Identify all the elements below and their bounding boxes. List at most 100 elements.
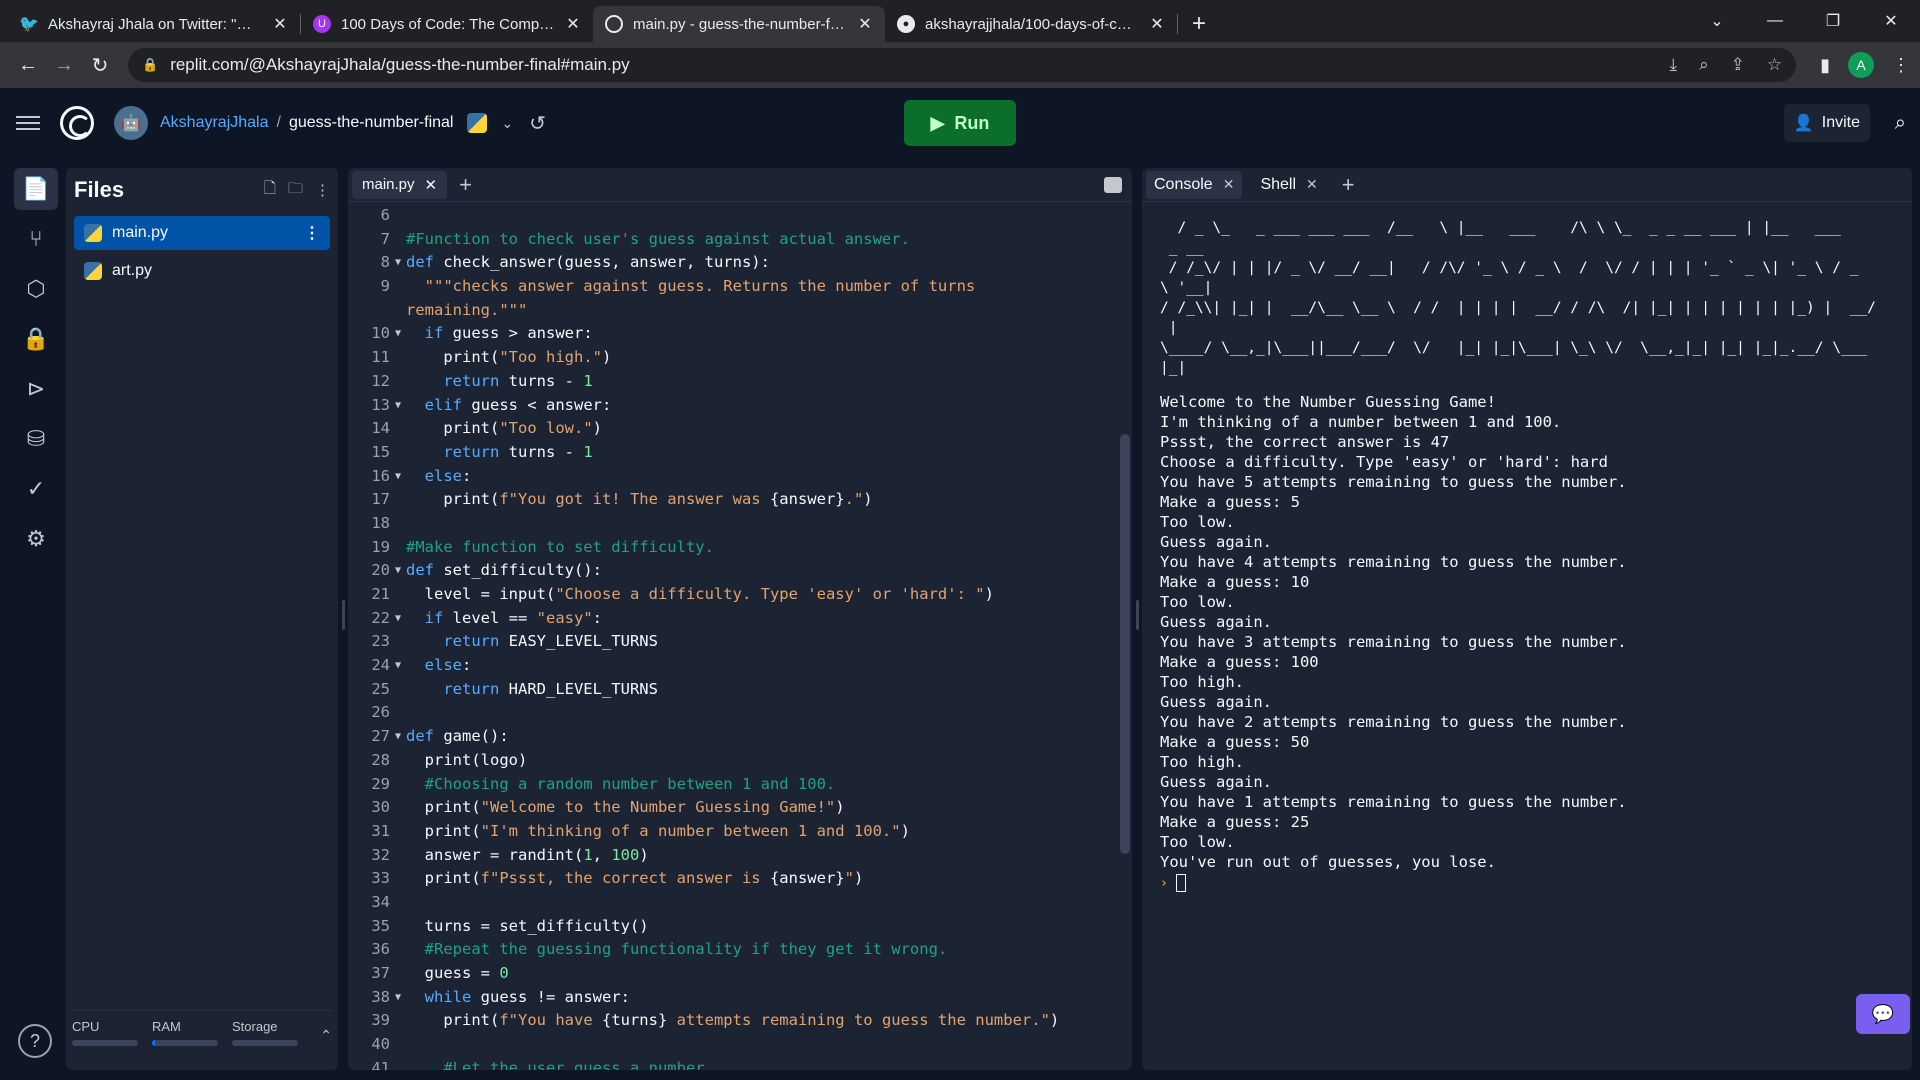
menu-icon[interactable] [16,116,40,130]
tab-search-icon[interactable]: ⌄ [1688,11,1746,31]
minimize-button[interactable]: — [1746,12,1804,30]
user-avatar[interactable]: 🤖 [114,106,148,140]
code-line[interactable]: 37 guess = 0 [348,962,1118,986]
fold-arrow-icon[interactable]: ▼ [390,607,406,631]
code-line[interactable]: remaining.""" [348,299,1118,323]
fold-arrow-icon[interactable]: ▼ [390,322,406,346]
back-button[interactable]: ← [10,47,46,83]
new-file-icon[interactable]: 🗋 [264,178,276,203]
code-line[interactable]: 39 print(f"You have {turns} attempts rem… [348,1009,1118,1033]
code-line[interactable]: 27 ▼ def game(): [348,725,1118,749]
reload-button[interactable]: ↻ [82,47,118,83]
fold-arrow-icon[interactable]: ▼ [390,559,406,583]
code-line[interactable]: 35 turns = set_difficulty() [348,915,1118,939]
code-line[interactable]: 29 #Choosing a random number between 1 a… [348,773,1118,797]
cpu-meter[interactable]: CPU [72,1019,138,1046]
code-line[interactable]: 38 ▼ while guess != answer: [348,986,1118,1010]
code-line[interactable]: 30 print("Welcome to the Number Guessing… [348,796,1118,820]
lock-icon[interactable]: 🔒 [142,57,158,73]
fold-arrow-icon[interactable]: ▼ [390,251,406,275]
fold-arrow-icon[interactable]: ▼ [390,394,406,418]
new-tab-button[interactable]: + [1178,6,1220,42]
panel-resize-handle[interactable] [342,600,345,630]
chat-icon[interactable]: 💬 [1856,994,1910,1034]
chevron-down-icon[interactable]: ⌄ [501,115,513,132]
code-line[interactable]: 16 ▼ else: [348,465,1118,489]
code-line[interactable]: 33 print(f"Pssst, the correct answer is … [348,867,1118,891]
code-line[interactable]: 14 print("Too low.") [348,417,1118,441]
project-name[interactable]: guess-the-number-final [289,114,454,132]
code-line[interactable]: 15 return turns - 1 [348,441,1118,465]
close-icon[interactable]: ✕ [565,14,581,34]
close-icon[interactable]: ✕ [1306,176,1318,193]
file-item-main-py[interactable]: main.py ⋮ [74,216,330,250]
browser-tab-udemy[interactable]: U 100 Days of Code: The Complete ✕ [301,6,593,42]
close-icon[interactable]: ✕ [1223,176,1235,193]
code-line[interactable]: 20 ▼ def set_difficulty(): [348,559,1118,583]
settings-gear-icon[interactable]: ⚙ [14,518,58,560]
chevron-up-icon[interactable]: ⌃ [320,1027,332,1044]
files-menu-icon[interactable]: ⋮ [315,181,330,199]
replit-logo-icon[interactable] [60,106,94,140]
panel-resize-handle[interactable] [1136,600,1139,630]
code-line[interactable]: 12 return turns - 1 [348,370,1118,394]
browser-menu-icon[interactable]: ⋮ [1892,55,1910,76]
code-line[interactable]: 19 #Make function to set difficulty. [348,536,1118,560]
storage-meter[interactable]: Storage [232,1019,298,1046]
code-line[interactable]: 28 print(logo) [348,749,1118,773]
code-line[interactable]: 17 print(f"You got it! The answer was {a… [348,488,1118,512]
profile-avatar[interactable]: A [1848,52,1874,78]
tab-shell[interactable]: Shell ✕ [1252,171,1325,199]
code-line[interactable]: 11 print("Too high.") [348,346,1118,370]
zoom-icon[interactable]: ⌕ [1699,55,1709,75]
code-line[interactable]: 26 [348,701,1118,725]
new-folder-icon[interactable]: 🗀 [288,178,303,203]
file-options-icon[interactable]: ⋮ [304,223,320,243]
tab-main-py[interactable]: main.py ✕ [352,170,448,199]
browser-tab-github[interactable]: ● akshayrajjhala/100-days-of-code ✕ [885,6,1177,42]
forward-button[interactable]: → [46,47,82,83]
tab-console[interactable]: Console ✕ [1146,170,1243,199]
code-line[interactable]: 24 ▼ else: [348,654,1118,678]
editor-options-icon[interactable] [1104,176,1122,193]
user-link[interactable]: AkshayrajJhala [160,114,269,132]
history-icon[interactable]: ↺ [529,111,546,136]
console-prompt[interactable]: › [1160,874,1898,892]
maximize-button[interactable]: ❐ [1804,11,1862,31]
database-icon[interactable]: ⛁ [14,418,58,460]
console-output[interactable]: / _ \_ _ ___ ___ ___ /__ \ |__ ___ /\ \ … [1160,218,1898,892]
code-line[interactable]: 22 ▼ if level == "easy": [348,607,1118,631]
secrets-lock-icon[interactable]: 🔒 [14,318,58,360]
code-line[interactable]: 23 return EASY_LEVEL_TURNS [348,630,1118,654]
file-item-art-py[interactable]: art.py [74,254,330,288]
code-line[interactable]: 31 print("I'm thinking of a number betwe… [348,820,1118,844]
close-icon[interactable]: ✕ [1149,14,1165,34]
code-line[interactable]: 21 level = input("Choose a difficulty. T… [348,583,1118,607]
code-line[interactable]: 25 return HARD_LEVEL_TURNS [348,678,1118,702]
debugger-icon[interactable]: ⊳ [14,368,58,410]
help-icon[interactable]: ? [18,1024,52,1058]
packages-icon[interactable]: ⬡ [14,268,58,310]
editor-scrollbar[interactable] [1120,434,1130,854]
address-bar[interactable]: 🔒 replit.com/@AkshayrajJhala/guess-the-n… [128,48,1797,82]
code-line[interactable]: 34 [348,891,1118,915]
ram-meter[interactable]: RAM [152,1019,218,1046]
add-tab-button[interactable]: + [459,172,472,198]
fold-arrow-icon[interactable]: ▼ [390,465,406,489]
code-line[interactable]: 8 ▼ def check_answer(guess, answer, turns)… [348,251,1118,275]
fold-arrow-icon[interactable]: ▼ [390,986,406,1010]
code-area[interactable]: 6 7 #Function to check user's guess agains… [348,202,1118,1070]
code-line[interactable]: 6 [348,204,1118,228]
version-control-icon[interactable]: ⑂ [14,218,58,260]
close-icon[interactable]: ✕ [272,14,288,34]
side-panel-icon[interactable]: ▮ [1820,55,1830,76]
close-icon[interactable]: ✕ [425,176,438,194]
code-line[interactable]: 41 #Let the user guess a number. [348,1057,1118,1070]
code-line[interactable]: 40 [348,1033,1118,1057]
close-window-button[interactable]: ✕ [1862,11,1920,31]
code-line[interactable]: 36 #Repeat the guessing functionality if… [348,938,1118,962]
files-tool-icon[interactable]: 📄 [14,168,58,210]
run-button[interactable]: ▶ Run [904,100,1016,146]
browser-tab-replit[interactable]: main.py - guess-the-number-final ✕ [593,6,885,42]
code-line[interactable]: 7 #Function to check user's guess against… [348,228,1118,252]
